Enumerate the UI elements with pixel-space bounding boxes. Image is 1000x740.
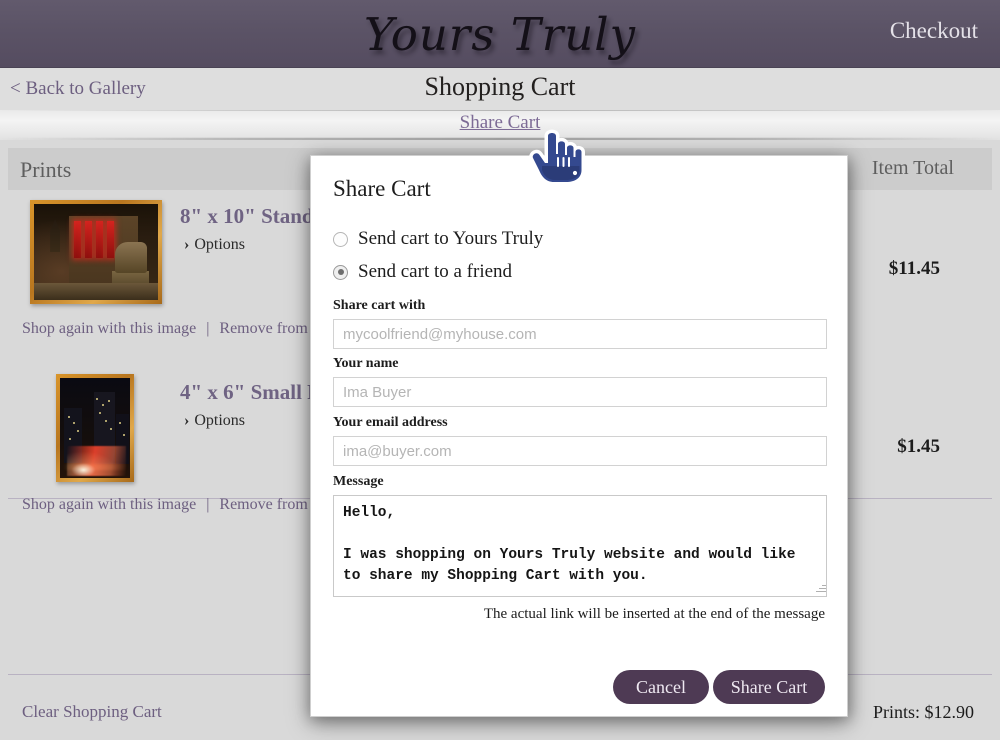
radio-send-to-yours-truly[interactable]: Send cart to Yours Truly	[333, 228, 543, 250]
your-name-input[interactable]	[333, 377, 827, 407]
chevron-right-icon: ›	[184, 412, 190, 429]
clear-shopping-cart-link[interactable]: Clear Shopping Cart	[22, 702, 162, 722]
shop-again-link[interactable]: Shop again with this image	[22, 320, 196, 337]
share-cart-bar: Share Cart	[0, 110, 1000, 140]
column-header-item-total: Item Total	[871, 157, 954, 179]
share-with-label: Share cart with	[333, 298, 426, 313]
site-logo: Yours Truly	[363, 7, 637, 61]
message-textarea[interactable]: Hello, I was shopping on Yours Truly web…	[333, 495, 827, 597]
item-price: $1.45	[897, 436, 940, 457]
item-options-label: Options	[194, 412, 245, 429]
radio-checked-icon[interactable]	[333, 264, 348, 280]
city-night-photo	[60, 378, 130, 478]
product-thumbnail-2[interactable]	[56, 374, 134, 482]
share-with-input[interactable]	[333, 319, 827, 349]
cancel-button[interactable]: Cancel	[613, 670, 709, 704]
row-actions: Shop again with this image | Remove from c…	[22, 496, 336, 514]
your-name-label: Your name	[333, 356, 399, 371]
column-header-prints: Prints	[20, 157, 72, 182]
radio-label: Send cart to Yours Truly	[358, 228, 544, 249]
radio-send-to-friend[interactable]: Send cart to a friend	[333, 261, 512, 283]
header-checkout-link[interactable]: Checkout	[890, 18, 978, 44]
radio-unchecked-icon[interactable]	[333, 231, 348, 247]
your-email-label: Your email address	[333, 415, 448, 430]
product-thumbnail-1[interactable]	[30, 200, 162, 304]
action-separator: |	[206, 496, 210, 513]
item-options-toggle[interactable]: › Options	[184, 236, 245, 254]
chevron-right-icon: ›	[184, 236, 190, 253]
your-email-input[interactable]	[333, 436, 827, 466]
sub-header-bar: < Back to Gallery Shopping Cart	[0, 68, 1000, 110]
share-cart-modal: Share Cart Send cart to Yours Truly Send…	[310, 155, 848, 717]
action-separator: |	[206, 320, 210, 337]
prints-subtotal: Prints: $12.90	[872, 702, 974, 722]
row-actions: Shop again with this image | Remove from c…	[22, 320, 336, 338]
share-cart-link[interactable]: Share Cart	[0, 112, 1000, 134]
modal-title: Share Cart	[333, 176, 431, 201]
page-title: Shopping Cart	[424, 72, 576, 101]
message-label: Message	[333, 474, 384, 489]
museum-night-photo	[34, 204, 158, 300]
site-header: Yours Truly Checkout	[0, 0, 1000, 68]
item-price: $11.45	[888, 258, 940, 279]
page-root: Yours Truly Checkout < Back to Gallery S…	[0, 0, 1000, 740]
shop-again-link[interactable]: Shop again with this image	[22, 496, 196, 513]
message-note: The actual link will be inserted at the …	[483, 606, 825, 622]
radio-label: Send cart to a friend	[358, 261, 513, 282]
item-options-label: Options	[194, 236, 245, 253]
item-options-toggle[interactable]: › Options	[184, 412, 245, 430]
share-cart-button[interactable]: Share Cart	[713, 670, 825, 704]
